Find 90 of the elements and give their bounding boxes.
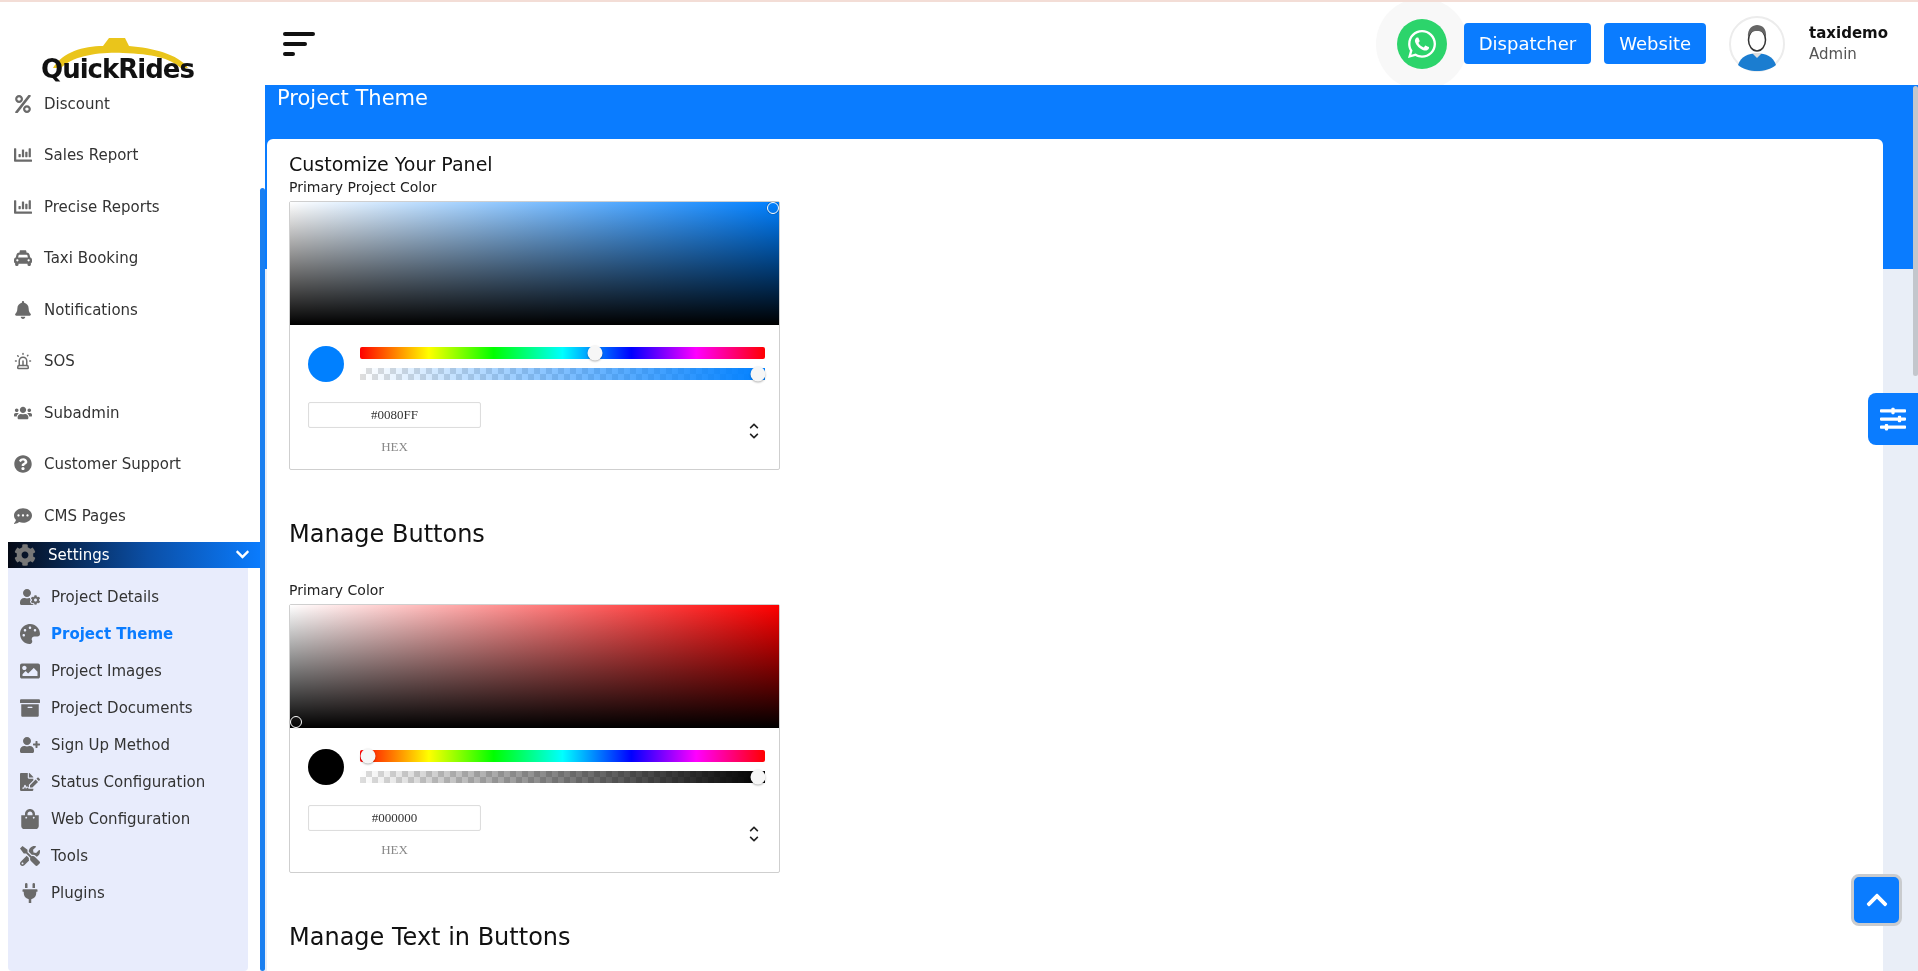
- submenu-item-label: Project Details: [51, 587, 160, 606]
- sidebar-item-label: Precise Reports: [44, 197, 160, 216]
- format-label: HEX: [381, 439, 408, 455]
- scrollbar-thumb[interactable]: [1913, 86, 1918, 376]
- logo-text: QuickRides: [41, 56, 194, 82]
- sidebar-item[interactable]: Sales Report: [0, 129, 257, 181]
- submenu-item-label: Status Configuration: [51, 772, 206, 791]
- submenu-item[interactable]: Sign Up Method: [8, 726, 248, 763]
- chart-icon: [14, 197, 32, 216]
- scrollbar-thumb[interactable]: [260, 188, 265, 971]
- sidebar-item[interactable]: Precise Reports: [0, 181, 257, 233]
- submenu-item-label: Project Documents: [51, 698, 193, 717]
- submenu-item-label: Tools: [51, 846, 88, 865]
- settings-menu-item[interactable]: Settings: [8, 541, 262, 568]
- saturation-area[interactable]: [290, 605, 779, 728]
- whatsapp-icon: [1405, 27, 1438, 60]
- user-name: taxidemo: [1809, 24, 1888, 42]
- submenu-item[interactable]: Project Details: [8, 578, 248, 615]
- chevron-up-icon: [748, 824, 760, 834]
- bag-icon: [20, 808, 40, 829]
- sidebar-item[interactable]: CMS Pages: [0, 490, 257, 542]
- submenu-item[interactable]: Plugins: [8, 874, 248, 911]
- settings-label: Settings: [48, 545, 111, 564]
- alpha-slider[interactable]: [360, 769, 765, 785]
- taxi-icon: [14, 249, 32, 268]
- submenu-item[interactable]: Web Configuration: [8, 800, 248, 837]
- hue-slider[interactable]: [360, 345, 765, 361]
- sliders-icon: [1880, 406, 1906, 432]
- submenu-item[interactable]: Project Images: [8, 652, 248, 689]
- hex-input[interactable]: #000000: [308, 805, 481, 831]
- comment-icon: [14, 506, 32, 525]
- saturation-area[interactable]: [290, 202, 779, 325]
- sidebar-item-label: CMS Pages: [44, 506, 126, 525]
- hex-input[interactable]: #0080FF: [308, 402, 481, 428]
- chevron-up-icon: [748, 421, 760, 431]
- menu-icon[interactable]: [283, 30, 317, 57]
- discount-icon: [14, 94, 32, 113]
- submenu-item-label: Web Configuration: [51, 809, 191, 828]
- submenu-item[interactable]: Tools: [8, 837, 248, 874]
- sidebar-item[interactable]: Customer Support: [0, 438, 257, 490]
- submenu-item-label: Plugins: [51, 883, 105, 902]
- sidebar-item-label: Subadmin: [44, 403, 120, 422]
- siren-icon: [14, 352, 32, 371]
- header-button[interactable]: Website: [1604, 23, 1707, 64]
- chevron-down-icon: [748, 834, 760, 844]
- sidebar-item-label: Taxi Booking: [44, 249, 139, 268]
- sidebar-item-label: Customer Support: [44, 455, 181, 474]
- submenu-item[interactable]: Status Configuration: [8, 763, 248, 800]
- submenu-item-label: Sign Up Method: [51, 735, 170, 754]
- field-label: Primary Color: [289, 582, 385, 598]
- document-icon: [20, 771, 40, 792]
- gear-icon: [14, 543, 36, 566]
- header-button[interactable]: Dispatcher: [1463, 23, 1592, 64]
- slider-handle[interactable]: [750, 366, 765, 382]
- sidebar-item-label: Sales Report: [44, 146, 139, 165]
- slider-handle[interactable]: [587, 345, 603, 361]
- user-role: Admin: [1809, 45, 1858, 63]
- page-title: Project Theme: [277, 85, 428, 110]
- bell-icon: [14, 300, 32, 319]
- user-gear-icon: [20, 586, 40, 607]
- user-plus-icon: [20, 734, 40, 755]
- sidebar-item-label: SOS: [44, 352, 75, 371]
- settings-float-button[interactable]: [1868, 393, 1918, 445]
- format-label: HEX: [381, 842, 408, 858]
- sidebar-item[interactable]: SOS: [0, 335, 257, 387]
- sidebar-item[interactable]: Subadmin: [0, 387, 257, 439]
- alpha-slider[interactable]: [360, 366, 765, 382]
- panel-heading: Customize Your Panel: [289, 153, 493, 175]
- sidebar-item-label: Notifications: [44, 300, 138, 319]
- submenu-item-label: Project Images: [51, 661, 162, 680]
- section-heading: Manage Text in Buttons: [289, 923, 571, 951]
- palette-icon: [20, 623, 40, 644]
- section-heading: Manage Buttons: [289, 520, 485, 548]
- sidebar-item-label: Discount: [44, 94, 110, 113]
- field-label: Primary Project Color: [289, 179, 437, 195]
- tools-icon: [20, 845, 40, 866]
- archive-icon: [20, 697, 40, 718]
- chevron-down-icon: [748, 431, 760, 441]
- question-icon: [14, 455, 32, 474]
- slider-handle[interactable]: [360, 748, 375, 764]
- avatar-icon[interactable]: [1729, 15, 1786, 72]
- sidebar-item[interactable]: Notifications: [0, 284, 257, 336]
- plug-icon: [20, 882, 40, 903]
- chart-icon: [14, 146, 32, 165]
- scroll-top-button[interactable]: [1851, 874, 1902, 926]
- sidebar-item[interactable]: Taxi Booking: [0, 232, 257, 284]
- submenu-item-label: Project Theme: [51, 624, 174, 643]
- slider-handle[interactable]: [750, 769, 765, 785]
- hue-slider[interactable]: [360, 748, 765, 764]
- submenu-item[interactable]: Project Documents: [8, 689, 248, 726]
